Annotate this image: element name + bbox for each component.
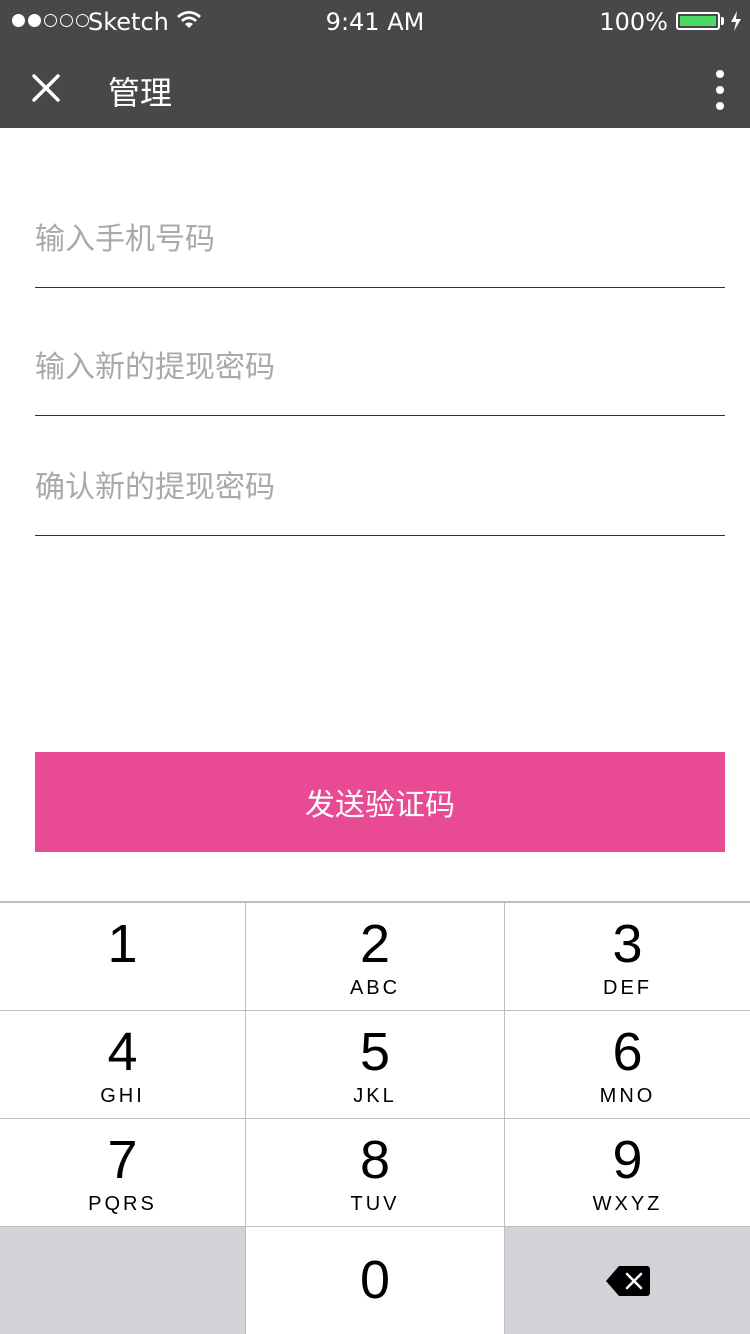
key-digit: 2 [359, 914, 391, 974]
nav-bar: 管理 [0, 44, 750, 128]
key-3[interactable]: 3 DEF [505, 903, 750, 1010]
key-digit: 3 [612, 914, 643, 974]
backspace-icon [605, 1266, 650, 1296]
key-5[interactable]: 5 JKL [246, 1011, 504, 1118]
more-vertical-icon[interactable] [710, 70, 730, 110]
key-digit: 4 [107, 1022, 138, 1082]
page-title: 管理 [108, 74, 173, 112]
confirm-password-field-wrapper [35, 467, 725, 536]
key-digit: 1 [107, 914, 138, 974]
backspace-key[interactable] [505, 1227, 750, 1334]
new-password-field-wrapper [35, 347, 725, 416]
key-blank [0, 1227, 245, 1334]
key-0[interactable]: 0 [246, 1227, 504, 1334]
battery-cap [721, 17, 724, 25]
phone-field-wrapper [35, 219, 725, 288]
confirm-password-input[interactable] [35, 467, 725, 507]
key-letters: ABC [349, 977, 401, 999]
key-2[interactable]: 2 ABC [246, 903, 504, 1010]
key-digit: 5 [359, 1022, 391, 1082]
charging-icon [731, 11, 741, 31]
key-digit: 9 [612, 1130, 643, 1190]
key-7[interactable]: 7 PQRS [0, 1119, 245, 1226]
key-letters: JKL [353, 1085, 397, 1107]
key-letters: MNO [599, 1085, 656, 1107]
phone-input[interactable] [35, 219, 725, 259]
key-letters: DEF [603, 977, 652, 999]
key-digit: 0 [359, 1250, 391, 1310]
key-digit: 7 [107, 1130, 138, 1190]
top-bar: Sketch 9:41 AM 100% 管理 [0, 0, 750, 128]
key-9[interactable]: 9 WXYZ [505, 1119, 750, 1226]
new-password-input[interactable] [35, 347, 725, 387]
key-digit: 6 [612, 1022, 643, 1082]
battery-percentage: 100% [599, 8, 668, 36]
numeric-keypad: 1 2 ABC 3 DEF 4 GHI 5 JKL 6 MNO 7 PQRS 8… [0, 901, 750, 1334]
key-8[interactable]: 8 TUV [246, 1119, 504, 1226]
battery-icon [676, 12, 720, 30]
close-icon[interactable] [30, 72, 62, 104]
key-letters: GHI [100, 1085, 145, 1107]
send-code-button[interactable]: 发送验证码 [35, 752, 725, 852]
key-digit: 8 [359, 1130, 391, 1190]
key-letters: PQRS [88, 1193, 157, 1215]
key-letters: TUV [350, 1193, 400, 1215]
key-6[interactable]: 6 MNO [505, 1011, 750, 1118]
status-bar: Sketch 9:41 AM 100% [0, 0, 750, 44]
key-4[interactable]: 4 GHI [0, 1011, 245, 1118]
key-1[interactable]: 1 [0, 903, 245, 1010]
key-letters: WXYZ [592, 1193, 663, 1215]
